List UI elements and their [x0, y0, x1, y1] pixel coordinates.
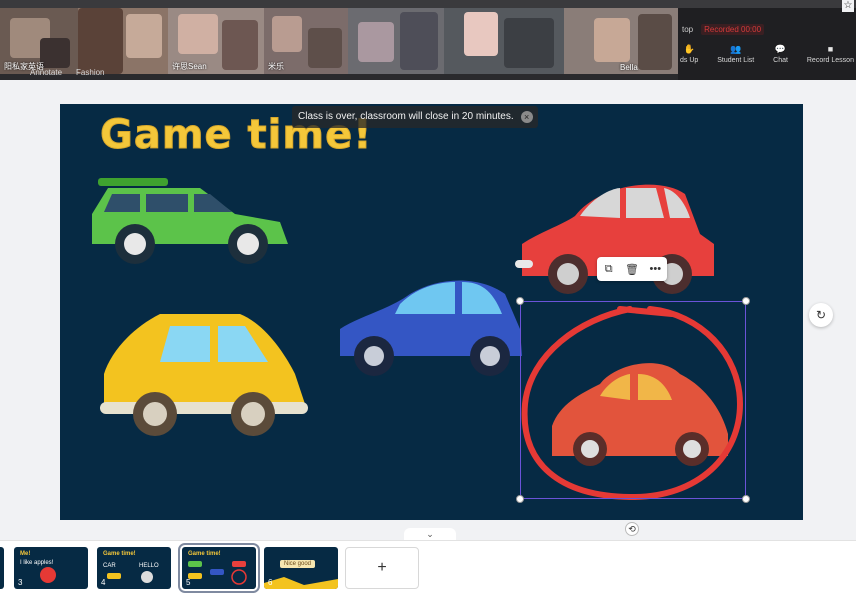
resize-handle[interactable]: [742, 297, 750, 305]
slide-thumbnail-6[interactable]: Nice good 6: [264, 547, 338, 589]
fashion-label[interactable]: Fashion: [76, 68, 104, 77]
record-lesson-button[interactable]: ■ Record Lesson: [807, 44, 854, 64]
thumbnail-number: 4: [101, 578, 106, 587]
raise-hand-label: ds Up: [680, 57, 699, 64]
toolbar-status: top Recorded 00:00: [682, 24, 765, 35]
selection-toolbar: ⧉ 🗑 •••: [597, 257, 667, 281]
thumbnail-art: [188, 561, 247, 585]
raise-hand-icon: ✋: [683, 43, 695, 54]
camera-icon: ■: [827, 44, 834, 54]
top-edge: [0, 0, 856, 8]
thumbnail-number: 6: [268, 578, 273, 587]
slide-thumbnail-partial[interactable]: [0, 547, 4, 589]
trash-icon[interactable]: 🗑: [623, 263, 641, 276]
refresh-icon[interactable]: ↻: [809, 303, 833, 327]
resize-handle[interactable]: [516, 297, 524, 305]
people-icon: 👥: [730, 43, 742, 54]
top-label: top: [682, 25, 694, 34]
workspace: Game time! ⧉ 🗑 ••• ↻: [0, 80, 856, 540]
notice-text: Class is over, classroom will close in 2…: [298, 111, 514, 122]
annotate-label[interactable]: Annotate: [30, 68, 62, 77]
add-slide-button[interactable]: +: [345, 547, 419, 589]
app-root: 阳私家英语 许思Sean 米乐 Bella Annotate Fashion t…: [0, 0, 856, 596]
selection-box[interactable]: [520, 301, 746, 499]
raise-hand-button[interactable]: ✋ ds Up: [680, 43, 699, 65]
student-list-button[interactable]: 👥 Student List: [717, 43, 755, 65]
chat-button[interactable]: 💬 Chat: [773, 43, 788, 65]
class-over-notice: Class is over, classroom will close in 2…: [292, 106, 538, 128]
slide-filmstrip: Me! I like apples! 3 Game time! CAR HELL…: [0, 540, 856, 596]
record-lesson-label: Record Lesson: [806, 57, 854, 64]
video-conference-bar: 阳私家英语 许思Sean 米乐 Bella Annotate Fashion t…: [0, 0, 856, 80]
chat-icon: 💬: [774, 43, 787, 54]
blue-car[interactable]: [340, 280, 522, 377]
strip-labels: Annotate Fashion: [0, 64, 678, 80]
slide-thumbnail-4[interactable]: Game time! CAR HELLO 4: [97, 547, 171, 589]
thumbnail-art: [264, 577, 338, 589]
thumbnail-number: 3: [18, 578, 23, 587]
resize-handle[interactable]: [742, 495, 750, 503]
resize-handle[interactable]: [516, 495, 524, 503]
recording-label: Recorded 00:00: [701, 24, 765, 35]
slide-thumbnail-5[interactable]: Game time! 5: [178, 543, 260, 593]
chat-label: Chat: [773, 57, 788, 64]
meeting-toolbar: top Recorded 00:00 ✋ ds Up 👥 Student Lis…: [678, 8, 856, 80]
star-icon[interactable]: ☆: [842, 0, 854, 12]
rotate-icon[interactable]: ⟲: [625, 522, 639, 536]
green-car[interactable]: [92, 178, 288, 264]
slide-thumbnail-3[interactable]: Me! I like apples! 3: [14, 547, 88, 589]
toolbar-actions: ✋ ds Up 👥 Student List 💬 Chat ■ Record L…: [678, 43, 856, 65]
copy-icon[interactable]: ⧉: [600, 263, 618, 276]
thumbnail-number: 5: [186, 578, 191, 587]
close-icon[interactable]: ×: [520, 111, 533, 123]
collapse-filmstrip-button[interactable]: ⌄: [404, 528, 456, 540]
yellow-car[interactable]: [100, 314, 308, 436]
apple-icon: [40, 567, 56, 583]
student-list-label: Student List: [717, 57, 755, 64]
thumbnail-art: [107, 571, 153, 583]
more-icon[interactable]: •••: [646, 263, 664, 275]
